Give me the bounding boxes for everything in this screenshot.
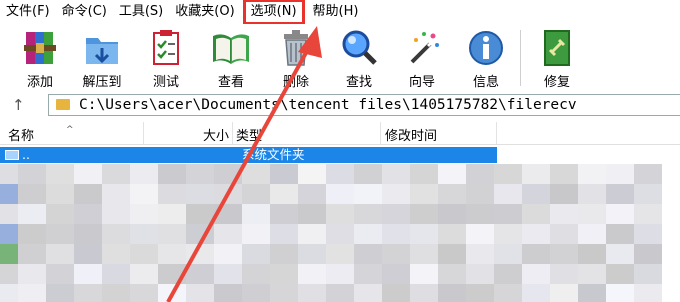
annotation-arrow-line <box>166 41 314 302</box>
annotation-overlay <box>166 26 322 302</box>
annotation-arrowhead <box>298 26 322 58</box>
